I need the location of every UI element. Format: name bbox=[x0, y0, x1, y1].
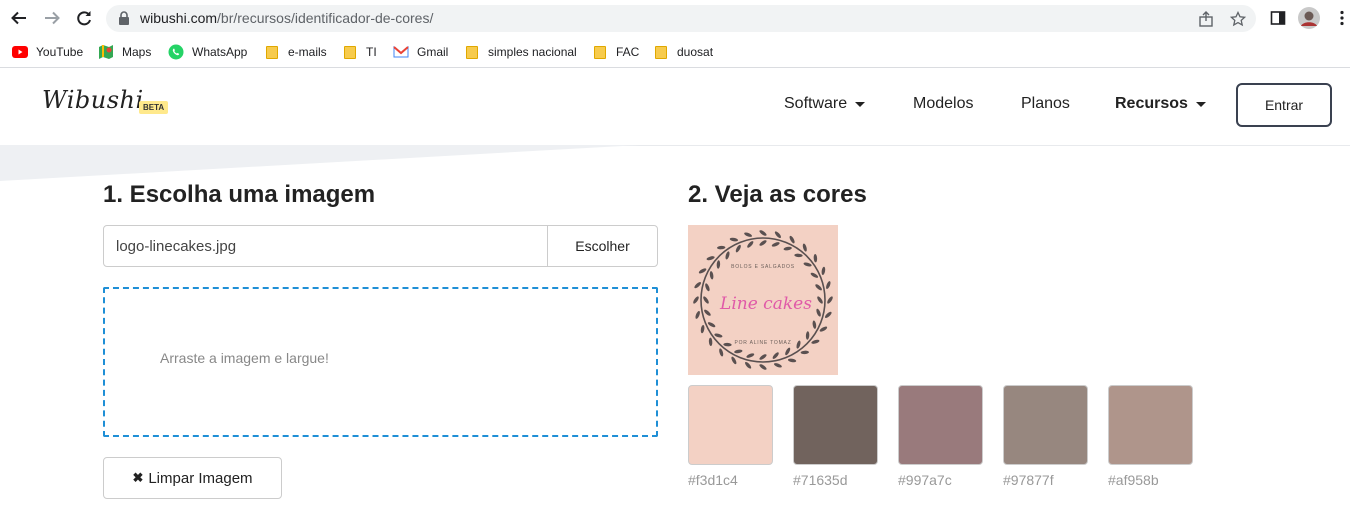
arrow-right-icon bbox=[45, 11, 60, 25]
file-picker: Escolher bbox=[103, 225, 658, 267]
browser-toolbar: wibushi.com/br/recursos/identificador-de… bbox=[0, 0, 1350, 36]
color-swatch[interactable] bbox=[688, 385, 773, 465]
bookmark-label: Maps bbox=[122, 45, 152, 59]
caret-down-icon bbox=[855, 101, 866, 107]
share-icon[interactable] bbox=[1196, 9, 1216, 29]
dropzone-text: Arraste a imagem e largue! bbox=[160, 350, 329, 366]
bookmark-whatsapp[interactable]: WhatsApp bbox=[168, 42, 247, 62]
bookmark-label: FAC bbox=[616, 45, 640, 59]
clear-image-label: Limpar Imagem bbox=[148, 469, 253, 487]
step-two-title: 2. Veja as cores bbox=[688, 181, 867, 208]
url-path: /br/recursos/identificador-de-cores/ bbox=[217, 10, 434, 26]
url-text: wibushi.com/br/recursos/identificador-de… bbox=[140, 10, 433, 26]
nav-software[interactable]: Software bbox=[784, 95, 866, 113]
bookmark-label: simples nacional bbox=[488, 45, 577, 59]
preview-top-text: BOLOS E SALGADOS bbox=[731, 264, 795, 270]
choose-file-button[interactable]: Escolher bbox=[547, 226, 657, 266]
image-dropzone[interactable]: Arraste a imagem e largue! bbox=[103, 287, 658, 437]
bookmark-label: duosat bbox=[677, 45, 714, 59]
folder-icon bbox=[264, 44, 280, 60]
swatch-hex: #71635d bbox=[793, 472, 848, 488]
gmail-icon bbox=[393, 44, 409, 60]
bookmark-duosat[interactable]: duosat bbox=[653, 42, 713, 62]
bookmark-fac[interactable]: FAC bbox=[592, 42, 639, 62]
nav-recursos[interactable]: Recursos bbox=[1115, 95, 1206, 113]
profile-avatar[interactable] bbox=[1297, 6, 1321, 30]
bookmark-maps[interactable]: Maps bbox=[98, 42, 151, 62]
folder-icon bbox=[592, 44, 608, 60]
caret-down-icon bbox=[1195, 101, 1206, 107]
star-icon[interactable] bbox=[1228, 9, 1248, 29]
close-icon: ✖ bbox=[132, 470, 144, 485]
nav-planos[interactable]: Planos bbox=[1021, 95, 1070, 113]
nav-label: Modelos bbox=[913, 95, 974, 112]
bookmark-simples-nacional[interactable]: simples nacional bbox=[464, 42, 577, 62]
maps-icon bbox=[98, 44, 114, 60]
color-swatch[interactable] bbox=[1003, 385, 1088, 465]
uploaded-image-preview: BOLOS E SALGADOS Line cakes POR ALINE TO… bbox=[688, 225, 838, 375]
decorative-wedge bbox=[0, 145, 640, 181]
swatch-hex: #f3d1c4 bbox=[688, 472, 738, 488]
forward-button[interactable] bbox=[40, 6, 64, 30]
side-panel-icon[interactable] bbox=[1266, 6, 1290, 30]
nav-label: Software bbox=[784, 95, 848, 112]
whatsapp-icon bbox=[168, 44, 184, 60]
folder-icon bbox=[342, 44, 358, 60]
clear-image-button[interactable]: ✖ Limpar Imagem bbox=[103, 457, 282, 499]
folder-icon bbox=[653, 44, 669, 60]
reload-icon bbox=[77, 11, 91, 26]
bookmark-youtube[interactable]: YouTube bbox=[12, 42, 83, 62]
bookmarks-bar: YouTube Maps WhatsApp e-mails TI Gmail s… bbox=[0, 36, 1350, 68]
reload-button[interactable] bbox=[72, 6, 96, 30]
bookmark-label: YouTube bbox=[36, 45, 84, 59]
nav-modelos[interactable]: Modelos bbox=[913, 95, 973, 113]
bookmark-ti[interactable]: TI bbox=[342, 42, 377, 62]
back-button[interactable] bbox=[7, 6, 31, 30]
bookmark-label: WhatsApp bbox=[192, 45, 248, 59]
color-swatch[interactable] bbox=[898, 385, 983, 465]
swatch-hex: #af958b bbox=[1108, 472, 1159, 488]
lock-icon bbox=[119, 11, 129, 25]
preview-bottom-text: POR ALINE TOMAZ bbox=[734, 340, 791, 346]
site-header: Wibushi BETA Software Modelos Planos Rec… bbox=[0, 69, 1350, 145]
menu-icon[interactable] bbox=[1330, 6, 1350, 30]
login-button[interactable]: Entrar bbox=[1236, 83, 1332, 127]
bookmark-label: Gmail bbox=[417, 45, 449, 59]
nav-label: Planos bbox=[1021, 95, 1070, 112]
nav-label: Recursos bbox=[1115, 95, 1188, 112]
bookmark-emails[interactable]: e-mails bbox=[264, 42, 327, 62]
folder-icon bbox=[464, 44, 480, 60]
bookmark-label: TI bbox=[366, 45, 377, 59]
file-name-input[interactable] bbox=[104, 226, 547, 266]
color-swatch[interactable] bbox=[1108, 385, 1193, 465]
site-logo[interactable]: Wibushi bbox=[42, 86, 144, 114]
address-bar[interactable]: wibushi.com/br/recursos/identificador-de… bbox=[106, 5, 1256, 32]
color-swatch[interactable] bbox=[793, 385, 878, 465]
youtube-icon bbox=[12, 44, 28, 60]
swatch-hex: #97877f bbox=[1003, 472, 1054, 488]
bookmark-label: e-mails bbox=[288, 45, 327, 59]
url-host: wibushi.com bbox=[140, 10, 218, 26]
arrow-left-icon bbox=[11, 11, 26, 25]
preview-script-text: Line cakes bbox=[719, 294, 812, 314]
step-one-title: 1. Escolha uma imagem bbox=[103, 181, 376, 208]
swatch-hex: #997a7c bbox=[898, 472, 952, 488]
bookmark-gmail[interactable]: Gmail bbox=[393, 42, 448, 62]
beta-badge: BETA bbox=[139, 101, 169, 114]
